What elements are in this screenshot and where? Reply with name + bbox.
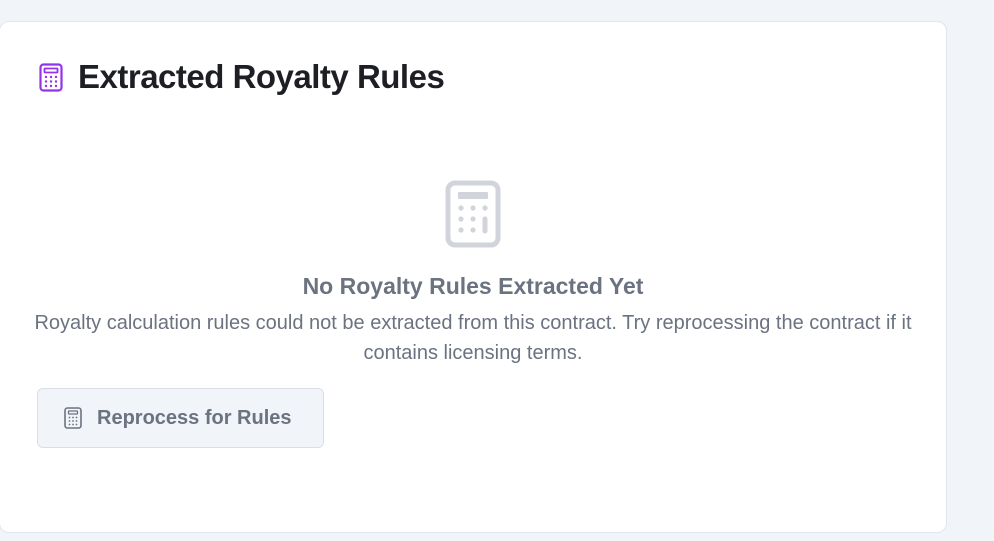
empty-state: No Royalty Rules Extracted Yet Royalty c… — [0, 180, 946, 368]
reprocess-button-label: Reprocess for Rules — [97, 406, 292, 429]
reprocess-for-rules-button[interactable]: Reprocess for Rules — [37, 388, 324, 448]
royalty-rules-card: Extracted Royalty Rules No Royalty Rules… — [0, 21, 947, 533]
empty-state-description: Royalty calculation rules could not be e… — [34, 312, 912, 364]
calculator-icon — [64, 407, 82, 429]
empty-state-title: No Royalty Rules Extracted Yet — [302, 273, 644, 299]
card-title: Extracted Royalty Rules — [78, 58, 445, 95]
calculator-icon — [38, 62, 64, 92]
card-header: Extracted Royalty Rules — [38, 58, 445, 96]
calculator-icon — [445, 180, 501, 248]
